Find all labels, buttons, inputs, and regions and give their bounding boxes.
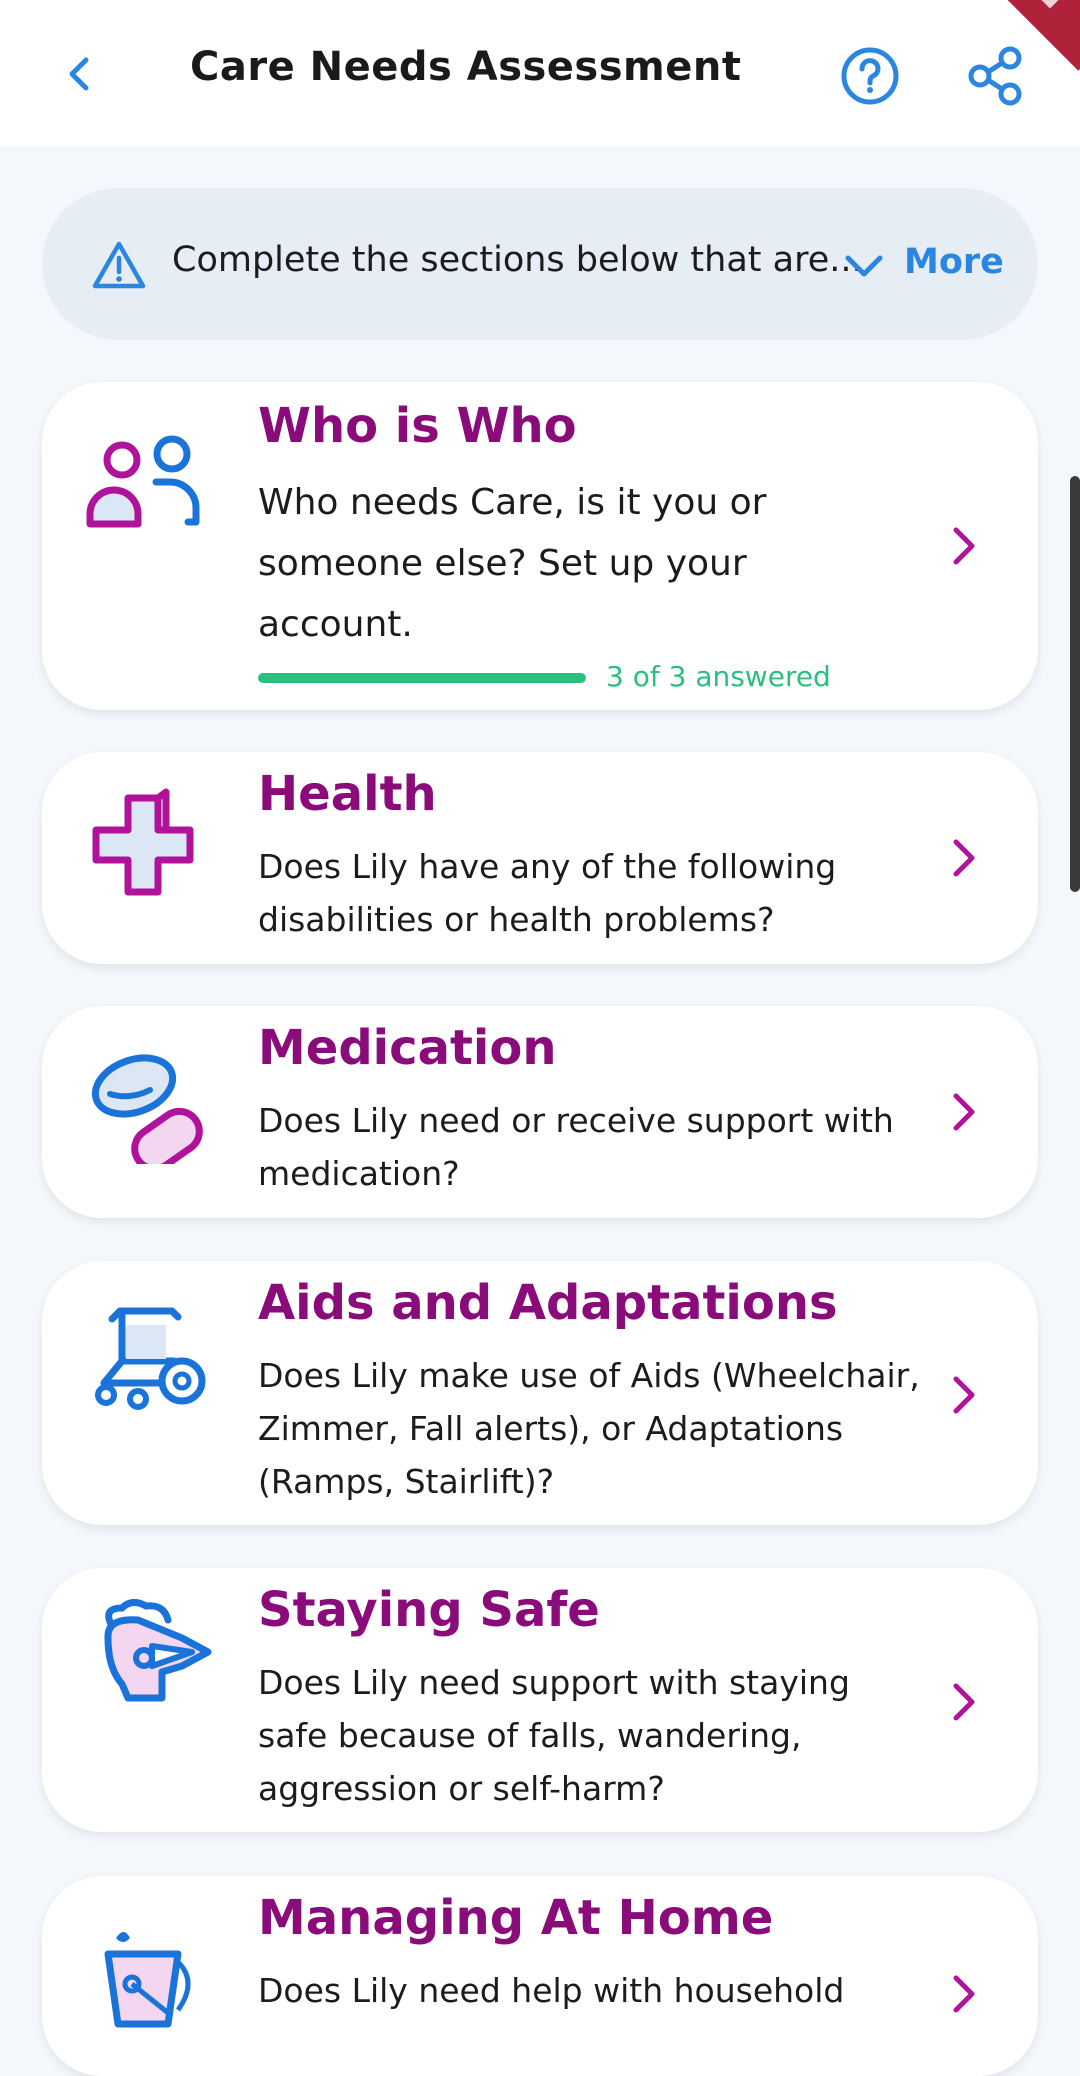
- section-description: Does Lily have any of the following disa…: [258, 847, 837, 939]
- section-card-who-is-who[interactable]: Who is Who Who needs Care, is it you or …: [42, 382, 1038, 710]
- section-description: Who needs Care, is it you or someone els…: [258, 482, 767, 645]
- page-title: Care Needs Assessment: [190, 44, 742, 90]
- banner-message: Complete the sections below that are...: [172, 240, 863, 280]
- chevron-right-icon: [953, 527, 975, 565]
- section-title: Medication: [258, 1020, 557, 1076]
- chevron-right-icon: [953, 1376, 975, 1414]
- medical-cross-icon: [92, 788, 194, 896]
- chevron-down-icon: [845, 255, 883, 277]
- section-title: Who is Who: [258, 398, 577, 454]
- mop-bucket-icon: [104, 1932, 191, 2028]
- section-title: Staying Safe: [258, 1582, 600, 1638]
- progress-bar: [258, 673, 586, 683]
- section-card-staying-safe[interactable]: Staying Safe Does Lily need support with…: [42, 1568, 1038, 1832]
- section-card-managing-at-home[interactable]: Managing At Home Does Lily need help wit…: [42, 1876, 1038, 2076]
- more-label: More: [904, 242, 1004, 282]
- section-description: Does Lily make use of Aids (Wheelchair, …: [258, 1356, 920, 1501]
- chevron-left-icon: [69, 57, 89, 91]
- help-button[interactable]: [838, 44, 902, 108]
- share-icon: [968, 46, 1022, 106]
- section-description: Does Lily need support with staying safe…: [258, 1663, 850, 1808]
- warning-triangle-icon: [92, 241, 146, 289]
- back-button[interactable]: [52, 46, 108, 102]
- section-card-aids-and-adaptations[interactable]: Aids and Adaptations Does Lily make use …: [42, 1261, 1038, 1525]
- section-card-medication[interactable]: Medication Does Lily need or receive sup…: [42, 1006, 1038, 1218]
- pills-icon: [91, 1054, 203, 1164]
- share-button[interactable]: [964, 44, 1028, 108]
- progress-label: 3 of 3 answered: [606, 660, 831, 693]
- more-button[interactable]: More: [842, 228, 1032, 300]
- chevron-right-icon: [953, 1975, 975, 2013]
- section-description: Does Lily need or receive support with m…: [258, 1101, 894, 1193]
- knight-helmet-icon: [104, 1599, 212, 1702]
- people-icon: [86, 435, 200, 528]
- section-title: Aids and Adaptations: [258, 1275, 838, 1331]
- section-title: Health: [258, 766, 437, 822]
- wheelchair-icon: [95, 1307, 206, 1410]
- chevron-right-icon: [953, 839, 975, 877]
- section-description: Does Lily need help with household: [258, 1971, 845, 2010]
- chevron-right-icon: [953, 1093, 975, 1131]
- help-circle-icon: [841, 47, 899, 105]
- section-title: Managing At Home: [258, 1890, 774, 1946]
- section-card-health[interactable]: Health Does Lily have any of the followi…: [42, 752, 1038, 964]
- app-bar: Care Needs Assessment: [0, 0, 1080, 146]
- info-banner: Complete the sections below that are... …: [42, 188, 1038, 340]
- scrollbar-thumb[interactable]: [1070, 476, 1080, 892]
- chevron-right-icon: [953, 1683, 975, 1721]
